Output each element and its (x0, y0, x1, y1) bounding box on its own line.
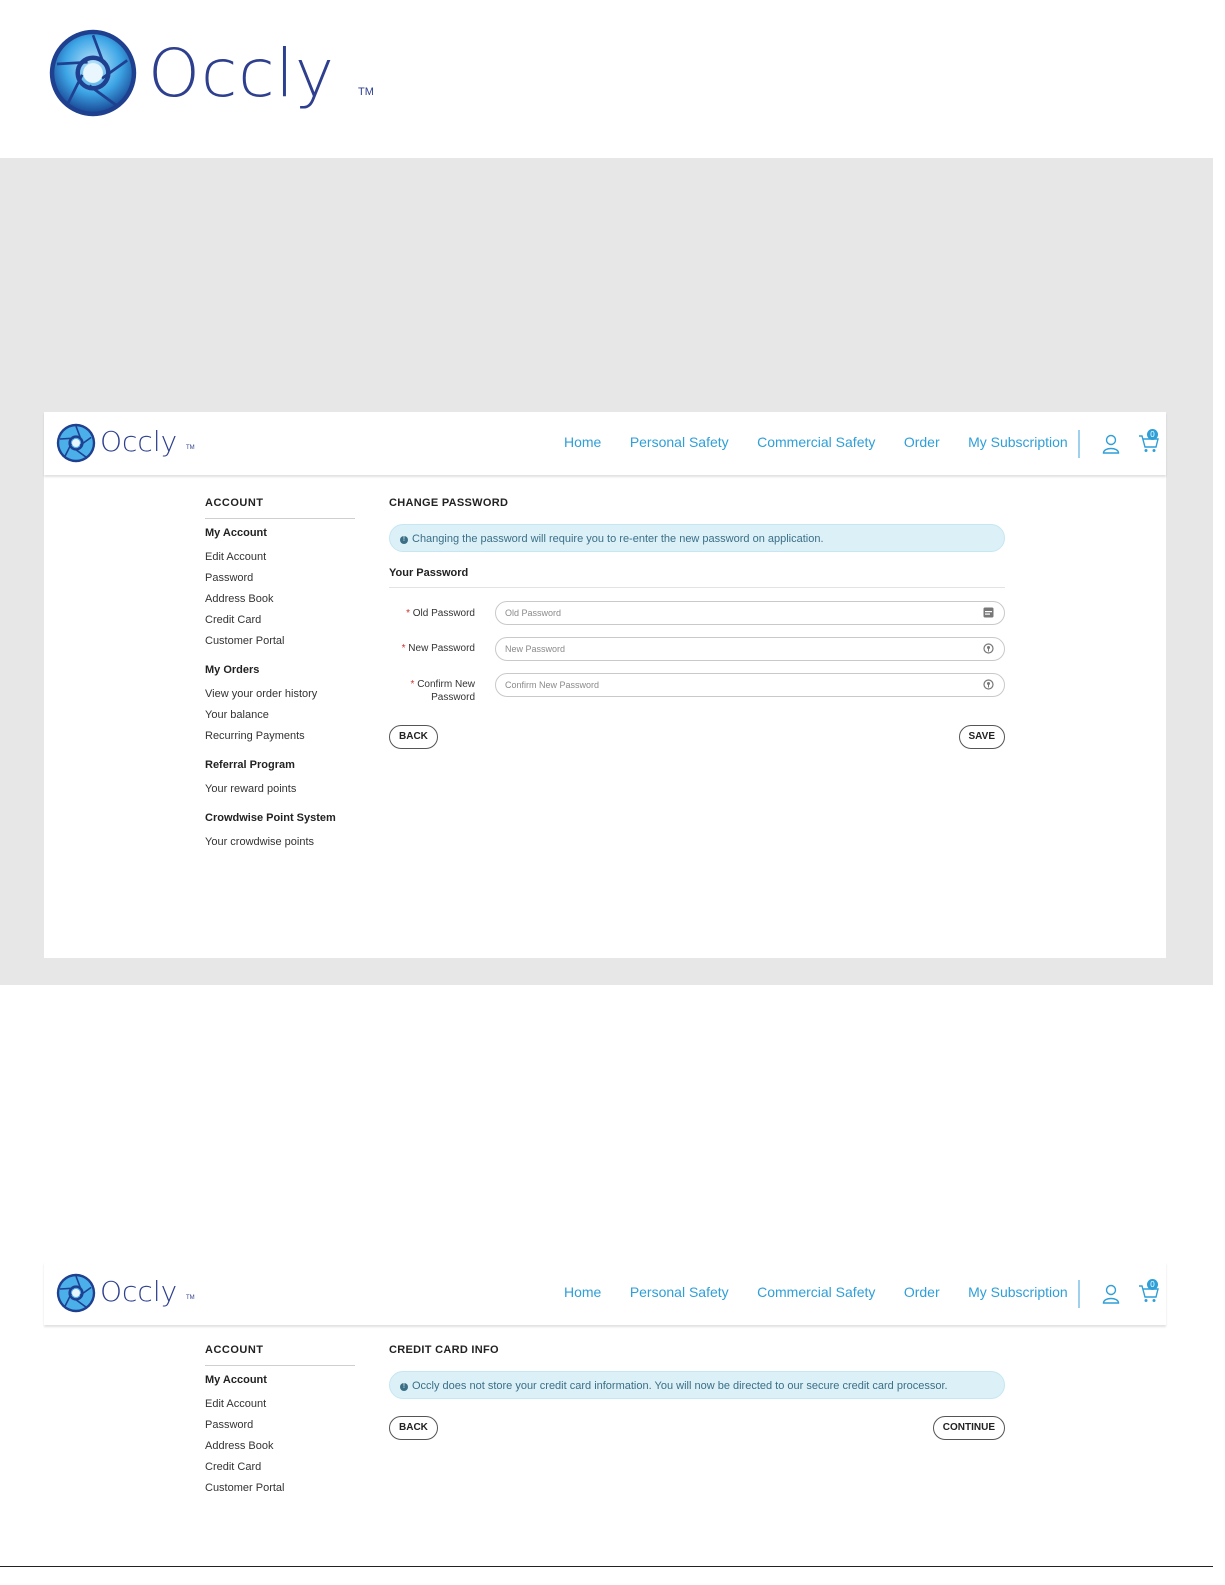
info-alert: ! Changing the password will require you … (389, 524, 1005, 552)
section-title: Your Password (389, 567, 1005, 588)
old-password-input[interactable] (495, 601, 1005, 625)
sidebar-item-address-book[interactable]: Address Book (205, 1440, 355, 1452)
sidebar-item-edit-account[interactable]: Edit Account (205, 551, 355, 563)
sidebar-item-recurring-payments[interactable]: Recurring Payments (205, 730, 355, 742)
key-icon[interactable] (983, 643, 994, 654)
continue-button[interactable]: CONTINUE (932, 1416, 1005, 1440)
nav-divider (1078, 430, 1080, 458)
credit-card-page: Occly TM Home Personal Safety Commercial… (44, 1262, 1166, 1522)
brand-wordmark: Occly (100, 1275, 178, 1308)
site-header: Occly TM Home Personal Safety Commercial… (44, 412, 1166, 475)
credit-card-content: CREDIT CARD INFO ! Occly does not store y… (389, 1344, 1005, 1440)
sidebar-item-balance[interactable]: Your balance (205, 709, 355, 721)
sidebar-item-customer-portal[interactable]: Customer Portal (205, 635, 355, 647)
nav-order[interactable]: Order (904, 1284, 940, 1300)
nav-divider (1078, 1280, 1080, 1308)
sidebar-group-referral-program[interactable]: Referral Program (205, 759, 355, 771)
nav-my-subscription[interactable]: My Subscription (968, 1284, 1068, 1300)
page-title: CREDIT CARD INFO (389, 1344, 499, 1356)
confirm-password-input[interactable] (495, 673, 1005, 697)
trademark-mark: TM (358, 86, 374, 98)
alert-text: Occly does not store your credit card in… (412, 1380, 948, 1392)
brand-logo-large: Occly TM (48, 28, 374, 120)
save-button[interactable]: SAVE (958, 725, 1005, 749)
brand-wordmark: Occly (100, 425, 178, 458)
confirm-password-row: * Confirm New Password (389, 673, 1005, 709)
nav-personal-safety[interactable]: Personal Safety (630, 1284, 729, 1300)
sidebar-title: ACCOUNT (205, 1344, 355, 1366)
brand-wordmark: Occly (148, 35, 335, 112)
cart-count-badge: 0 (1147, 1279, 1158, 1290)
account-sidebar: ACCOUNT My Account Edit Account Password… (205, 1344, 355, 1503)
info-icon: ! (400, 1383, 408, 1391)
confirm-password-label: * Confirm New Password (410, 679, 475, 703)
cart-count-badge: 0 (1147, 429, 1158, 440)
sidebar-group-my-account[interactable]: My Account (205, 527, 355, 539)
sidebar-item-crowdwise-points[interactable]: Your crowdwise points (205, 836, 355, 848)
sidebar-item-credit-card[interactable]: Credit Card (205, 1461, 355, 1473)
sidebar-item-edit-account[interactable]: Edit Account (205, 1398, 355, 1410)
info-alert: ! Occly does not store your credit card i… (389, 1371, 1005, 1399)
new-password-row: * New Password (389, 637, 1005, 673)
user-icon[interactable] (1102, 434, 1120, 454)
nav-commercial-safety[interactable]: Commercial Safety (757, 434, 875, 450)
nav-order[interactable]: Order (904, 434, 940, 450)
account-sidebar: ACCOUNT My Account Edit Account Password… (205, 497, 355, 857)
password-form: * Old Password * New Password (389, 601, 1005, 709)
main-nav: Home Personal Safety Commercial Safety O… (564, 1284, 1092, 1302)
nav-commercial-safety[interactable]: Commercial Safety (757, 1284, 875, 1300)
occly-logo-icon (56, 1273, 96, 1313)
nav-personal-safety[interactable]: Personal Safety (630, 434, 729, 450)
page-bottom-rule (0, 1566, 1213, 1567)
sidebar-item-reward-points[interactable]: Your reward points (205, 783, 355, 795)
new-password-label: * New Password (401, 643, 475, 654)
site-header: Occly TM Home Personal Safety Commercial… (44, 1262, 1166, 1325)
back-button[interactable]: BACK (389, 725, 438, 749)
new-password-input[interactable] (495, 637, 1005, 661)
sidebar-group-crowdwise[interactable]: Crowdwise Point System (205, 812, 355, 824)
brand-logo[interactable]: Occly TM (56, 423, 196, 463)
occly-logo-icon (56, 423, 96, 463)
sidebar-item-customer-portal[interactable]: Customer Portal (205, 1482, 355, 1494)
trademark-mark: TM (186, 1295, 195, 1301)
change-password-content: CHANGE PASSWORD ! Changing the password w… (389, 497, 1005, 749)
sidebar-item-credit-card[interactable]: Credit Card (205, 614, 355, 626)
old-password-label: * Old Password (406, 608, 475, 619)
sidebar-title: ACCOUNT (205, 497, 355, 519)
key-icon[interactable] (983, 679, 994, 690)
sidebar-group-my-orders[interactable]: My Orders (205, 664, 355, 676)
sidebar-item-password[interactable]: Password (205, 572, 355, 584)
old-password-row: * Old Password (389, 601, 1005, 637)
sidebar-item-address-book[interactable]: Address Book (205, 593, 355, 605)
sidebar-item-order-history[interactable]: View your order history (205, 688, 355, 700)
password-manager-icon[interactable] (983, 607, 994, 618)
back-button[interactable]: BACK (389, 1416, 438, 1440)
sidebar-group-my-account[interactable]: My Account (205, 1374, 355, 1386)
nav-home[interactable]: Home (564, 434, 601, 450)
brand-logo[interactable]: Occly TM (56, 1273, 196, 1313)
trademark-mark: TM (186, 445, 195, 451)
sidebar-item-password[interactable]: Password (205, 1419, 355, 1431)
nav-my-subscription[interactable]: My Subscription (968, 434, 1068, 450)
alert-text: Changing the password will require you t… (412, 533, 824, 545)
occly-logo-icon (49, 29, 137, 117)
user-icon[interactable] (1102, 1284, 1120, 1304)
page-title: CHANGE PASSWORD (389, 497, 509, 509)
nav-home[interactable]: Home (564, 1284, 601, 1300)
main-nav: Home Personal Safety Commercial Safety O… (564, 434, 1092, 452)
change-password-page: Occly TM Home Personal Safety Commercial… (44, 412, 1166, 958)
info-icon: ! (400, 536, 408, 544)
